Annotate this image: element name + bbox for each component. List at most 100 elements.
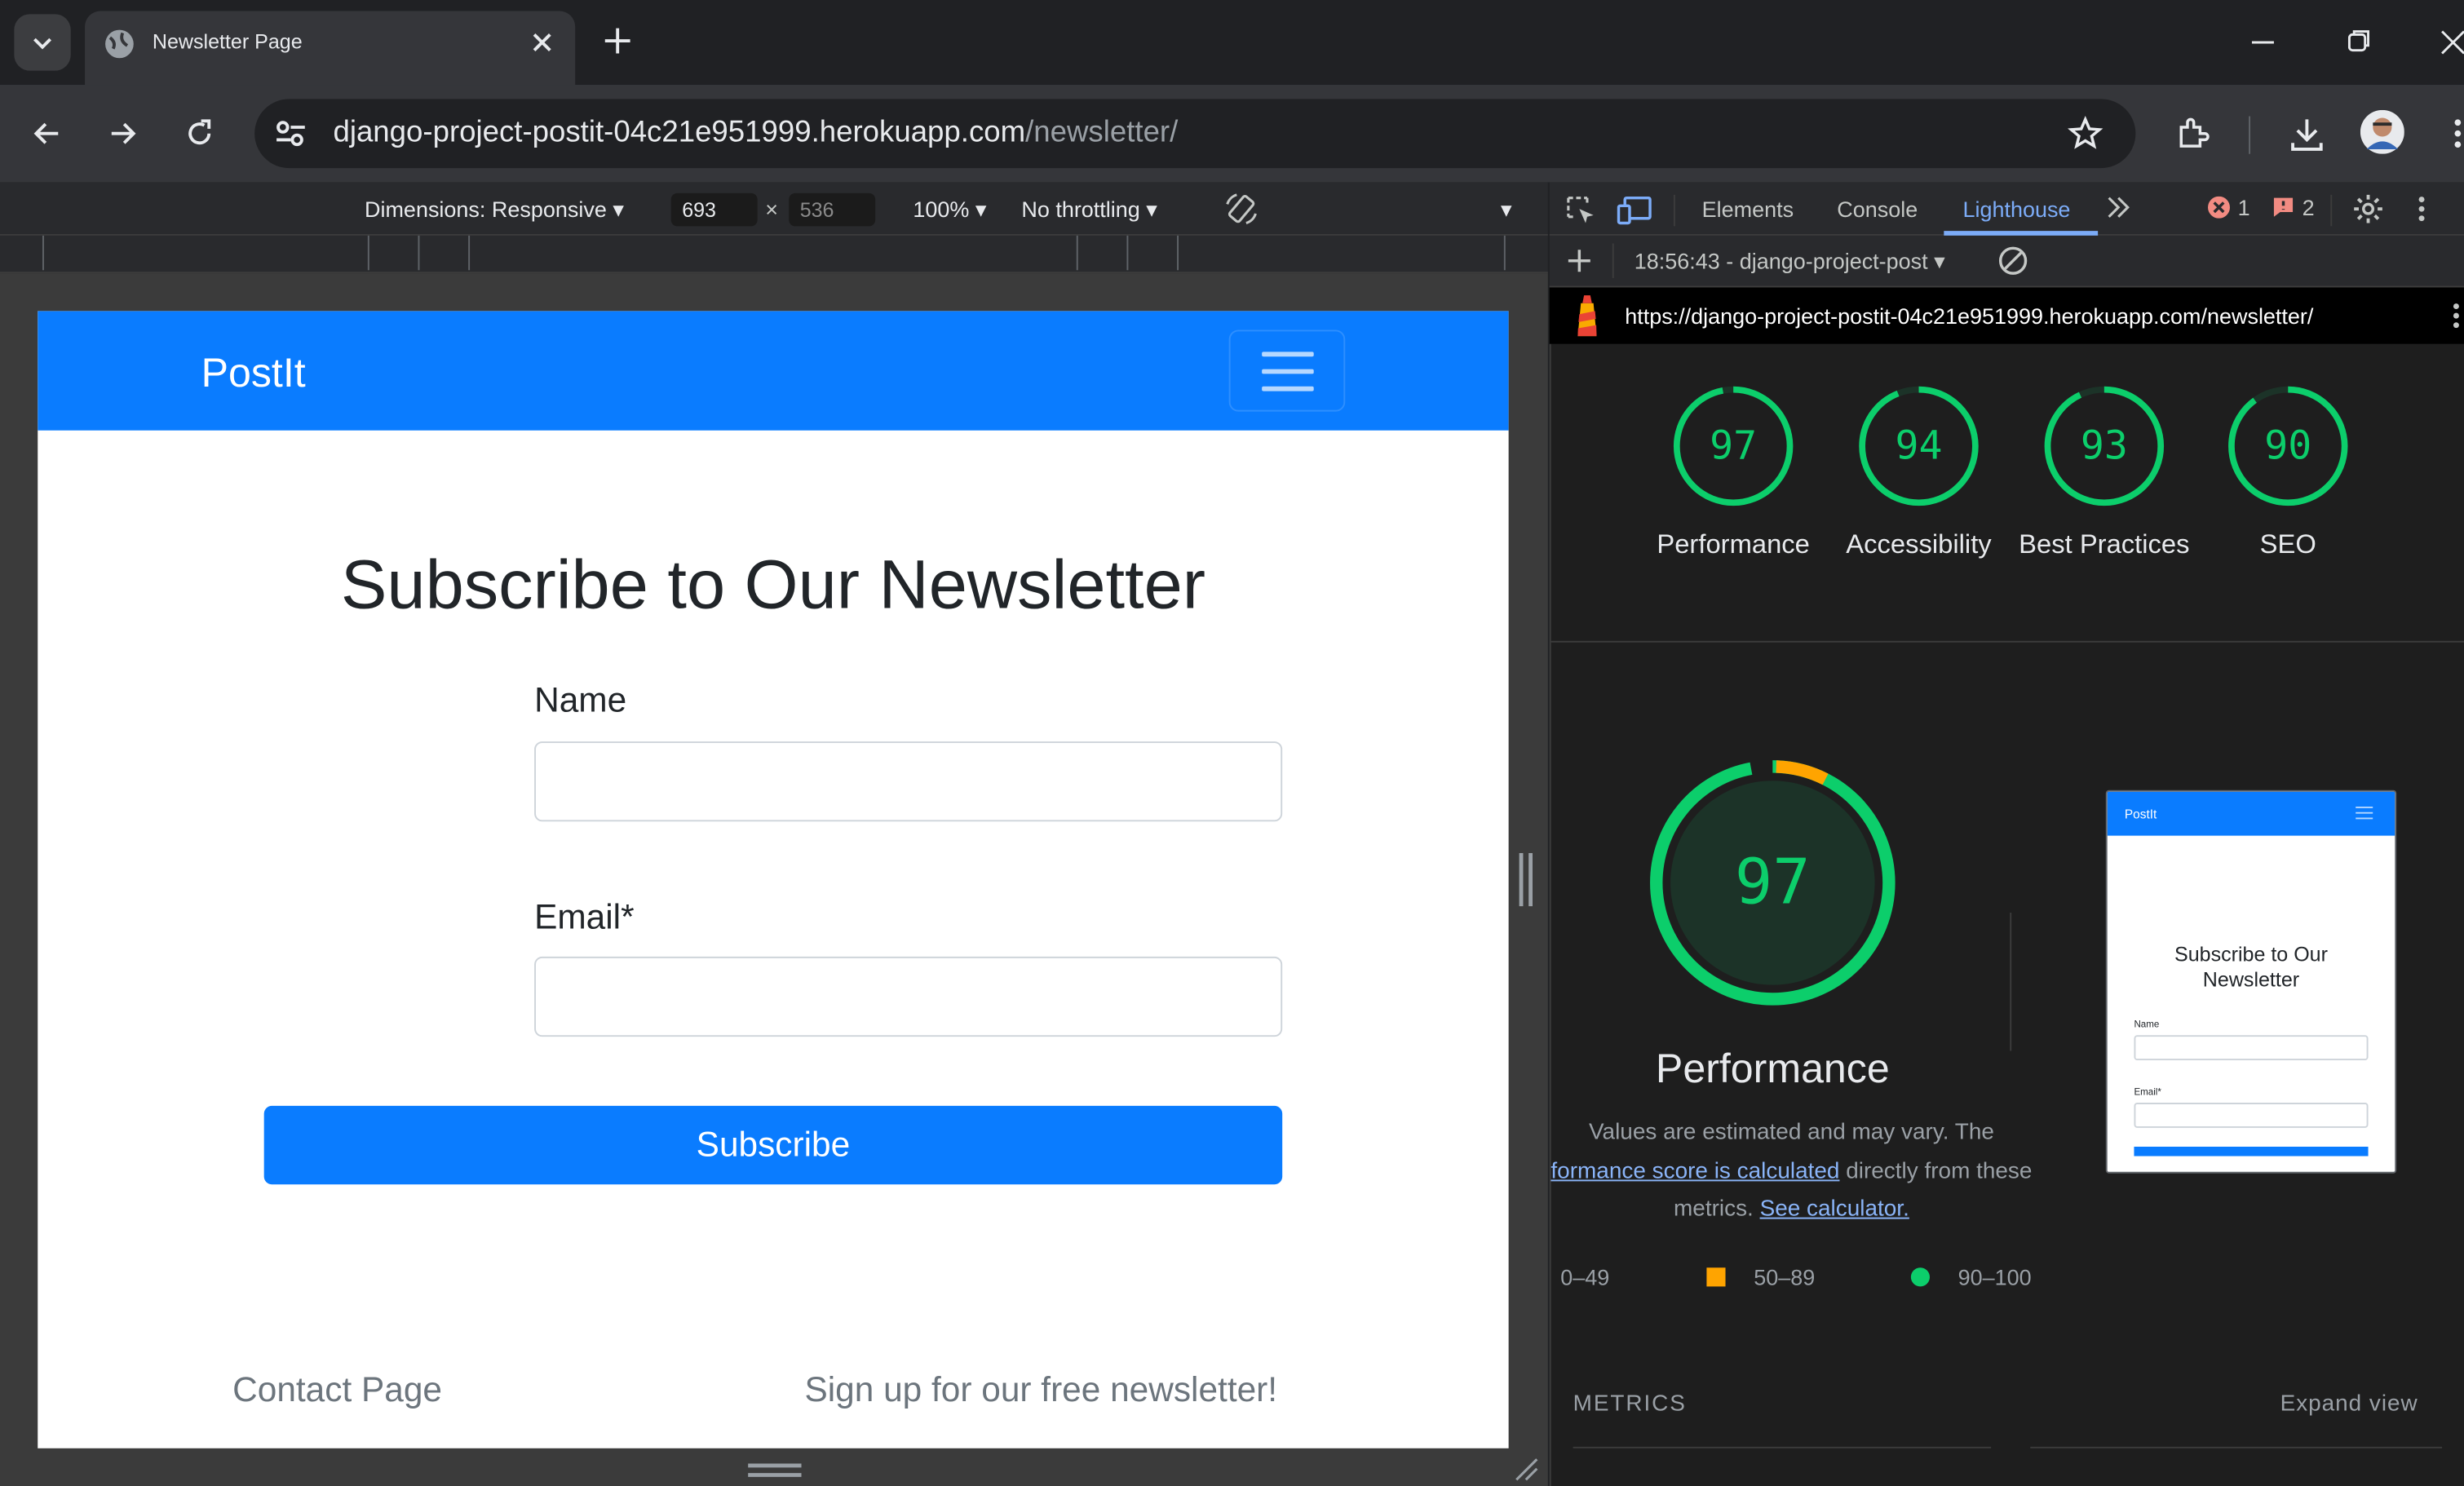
tab-elements[interactable]: Elements [1702,197,1794,222]
inspect-icon [1567,197,1594,223]
restore-button[interactable] [2347,25,2372,60]
browser-menu-button[interactable] [2453,115,2463,153]
more-tabs-button[interactable] [2104,193,2133,222]
downloads-button[interactable] [2286,115,2327,156]
legend-pass: 90–100 [1910,1264,2032,1290]
double-chevron-right-icon [2108,197,2130,218]
device-toolbar: Dimensions: Responsive ▾ 693 × 536 100% … [0,182,1548,236]
arrow-left-icon [33,122,59,144]
tab-lighthouse[interactable]: Lighthouse [1962,197,2070,222]
width-input[interactable]: 693 [670,192,758,227]
back-button[interactable] [32,117,64,149]
legend-fail: 0–49 [1560,1264,1609,1289]
viewport-resize-handle-bottom[interactable] [748,1462,802,1478]
section-divider [1551,640,2464,643]
plus-icon [604,28,630,54]
close-tab-icon[interactable] [528,29,556,57]
issues-counter[interactable]: 2 [2272,195,2315,220]
name-label: Name [534,679,627,720]
legend-average-label: 50–89 [1754,1264,1816,1290]
name-input[interactable] [534,741,1283,822]
forward-button[interactable] [107,117,139,149]
minimize-button[interactable] [2250,25,2276,60]
score-gauge-performance[interactable]: 97 Performance [1639,385,1828,564]
score-value: 97 [1710,422,1758,468]
dropdown-triangle-icon: ▾ [613,196,624,222]
thumb-brand: PostIt [2124,807,2157,822]
score-gauge-accessibility[interactable]: 94 Accessibility [1825,385,2013,564]
device-mode-icon [1617,196,1652,225]
thumb-name-label: Name [2134,1020,2160,1031]
throttling-select[interactable]: No throttling ▾ [1021,197,1157,223]
navbar-toggler-button[interactable] [1228,329,1346,412]
see-calculator-link[interactable]: See calculator. [1760,1197,1909,1223]
tab-console[interactable]: Console [1837,197,1918,222]
page-screenshot-thumbnail: PostIt Subscribe to Our Newsletter Name … [2105,789,2397,1174]
dimensions-select[interactable]: Dimensions: Responsive ▾ [365,197,624,223]
zoom-value: 100% [913,196,970,222]
site-settings-icon[interactable] [273,117,307,149]
tab-search-button[interactable] [14,14,71,71]
plus-icon [1568,250,1590,272]
score-gauge-seo[interactable]: 90 SEO [2194,385,2382,564]
avatar[interactable] [2360,109,2404,154]
issue-count: 2 [2302,194,2315,220]
devtools-tabbar: Elements Console Lighthouse 1 2 [1549,182,2464,236]
performance-score-value: 97 [1734,847,1811,919]
reload-icon [188,119,211,145]
rotate-button[interactable] [1224,192,1259,226]
note-text: directly from these [1846,1158,2033,1184]
expand-view-button[interactable]: Expand view [2280,1391,2418,1417]
device-toolbar-menu[interactable]: ▾ [1501,197,1512,223]
footer-contact-link[interactable]: Contact Page [232,1369,442,1410]
score-ring: 93 [2043,385,2165,507]
address-bar[interactable]: django-project-postit-04c21e951999.herok… [254,99,2136,169]
score-label: Best Practices [2019,529,2190,559]
subscribe-button[interactable]: Subscribe [263,1105,1283,1185]
report-selector[interactable]: 18:56:43 - django-project-post ▾ [1635,248,1945,275]
download-icon [2291,119,2323,151]
puzzle-icon [2179,117,2210,148]
score-calculated-link[interactable]: formance score is calculated [1551,1158,1839,1183]
clear-reports-button[interactable] [1997,245,2029,276]
devtools-menu-button[interactable] [2417,195,2426,223]
circle-icon [1910,1267,1930,1287]
url-host: django-project-postit-04c21e951999.herok… [333,116,1026,149]
height-input[interactable]: 536 [789,192,876,227]
settings-button[interactable] [2352,193,2384,225]
navbar-brand[interactable]: PostIt [201,349,306,398]
reload-button[interactable] [184,117,215,149]
zoom-select[interactable]: 100% ▾ [913,197,986,223]
thumb-navbar: PostIt [2107,791,2395,836]
inspect-element-button[interactable] [1565,195,1597,227]
bookmark-star-icon[interactable] [2067,115,2104,153]
dropdown-triangle-icon: ▾ [1146,196,1157,222]
tab-title: Newsletter Page [152,29,303,54]
report-menu-button[interactable] [2452,300,2462,332]
gear-icon [2354,194,2382,223]
rotate-icon [1226,193,1257,224]
dropdown-triangle-icon: ▾ [975,196,987,222]
viewport-resize-handle-right[interactable] [1516,852,1535,907]
arrow-right-icon [111,122,136,144]
extensions-button[interactable] [2175,115,2213,153]
browser-tab[interactable]: Newsletter Page [85,11,576,86]
new-tab-button[interactable] [602,25,634,57]
device-toggle-button[interactable] [1617,195,1652,227]
email-input[interactable] [534,956,1283,1037]
score-gauge-best-practices[interactable]: 93 Best Practices [2010,385,2198,564]
dropdown-triangle-icon: ▾ [1934,248,1945,274]
new-report-button[interactable] [1567,248,1592,273]
errors-counter[interactable]: 1 [2208,195,2250,220]
legend-pass-label: 90–100 [1957,1264,2032,1290]
thumb-subscribe-button [2134,1146,2369,1157]
toolbar-divider [1612,243,1614,278]
report-url-bar: https://django-project-postit-04c21e9519… [1549,287,2464,344]
more-vert-icon [2454,119,2462,148]
report-selector-value: 18:56:43 - django-project-post [1634,248,1928,274]
viewport-resize-corner[interactable] [1513,1456,1538,1481]
thumb-email-input [2134,1103,2369,1128]
close-window-button[interactable] [2440,25,2464,60]
score-ring: 94 [1857,385,1980,507]
performance-note: Values are estimated and may vary. The f… [1548,1114,2035,1230]
